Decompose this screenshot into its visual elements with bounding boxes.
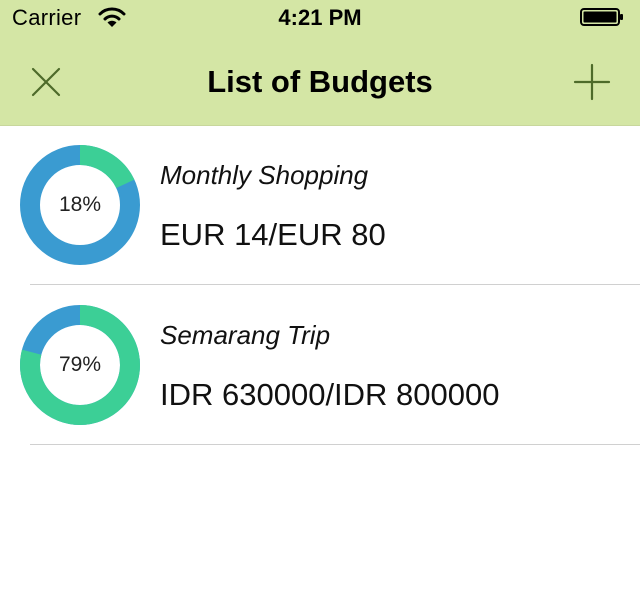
budget-name: Semarang Trip — [160, 320, 331, 350]
row-divider — [30, 284, 640, 285]
add-budget-button[interactable] — [570, 60, 614, 104]
budget-row[interactable]: 18% Monthly Shopping EUR 14/EUR 80 — [0, 126, 640, 285]
page-title: List of Budgets — [207, 64, 433, 99]
battery-icon — [580, 8, 623, 26]
clock: 4:21 PM — [278, 5, 362, 30]
header: Carrier 4:21 PM List of Budgets — [0, 0, 640, 126]
budget-amount: IDR 630000/IDR 800000 — [160, 377, 500, 412]
budget-name: Monthly Shopping — [160, 160, 369, 190]
status-bar: Carrier 4:21 PM — [0, 0, 640, 36]
budget-row[interactable]: 79% Semarang Trip IDR 630000/IDR 800000 — [0, 286, 640, 445]
plus-icon — [573, 63, 611, 101]
budget-percent: 79% — [58, 353, 102, 376]
budget-amount: EUR 14/EUR 80 — [160, 217, 386, 252]
budget-percent: 18% — [58, 193, 102, 216]
row-divider — [30, 444, 640, 445]
